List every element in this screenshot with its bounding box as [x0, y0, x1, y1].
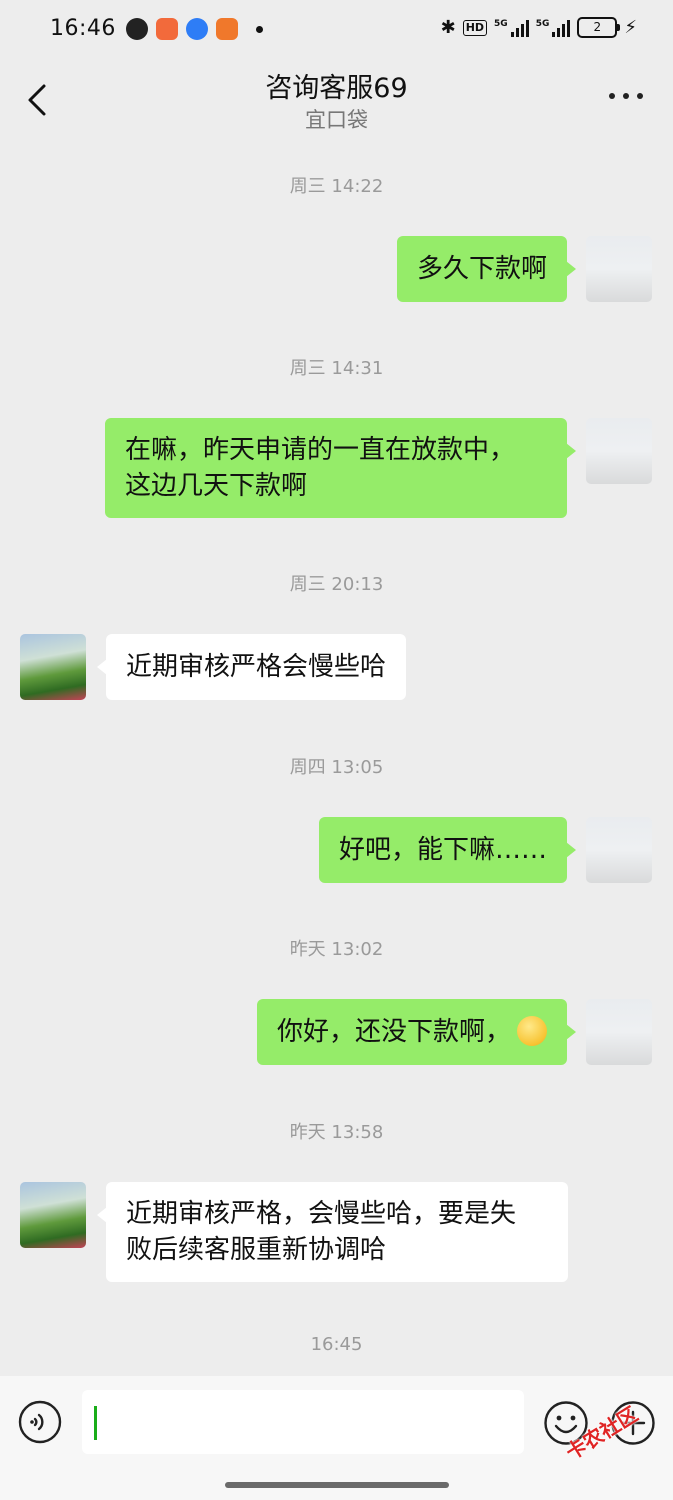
my-message-bubble[interactable]: 多久下款啊	[396, 236, 577, 302]
message-timestamp: 昨天 13:58	[289, 1122, 384, 1143]
my-avatar[interactable]	[586, 999, 652, 1065]
signal-icon-sim1: 5G	[494, 19, 529, 37]
message-timestamp: 周三 14:22	[289, 176, 384, 197]
chat-subtitle: 宜口袋	[305, 108, 368, 132]
charging-icon: ⚡	[624, 17, 637, 38]
message-text: 你好，还没下款啊，	[276, 1017, 511, 1047]
panda-app-icon	[126, 18, 148, 40]
contact-message-bubble[interactable]: 近期审核严格会慢些哈	[96, 634, 407, 700]
more-notifications-dot-icon	[256, 25, 263, 33]
message-timestamp: 昨天 13:02	[289, 939, 384, 960]
notification-icons	[126, 18, 263, 40]
home-indicator[interactable]	[225, 1482, 449, 1488]
contact-avatar[interactable]	[20, 634, 86, 700]
contact-message-bubble[interactable]: 近期审核严格，会慢些哈，要是失 败后续客服重新协调哈	[97, 1182, 568, 1282]
voice-input-icon[interactable]	[18, 1400, 62, 1444]
status-time: 16:46	[50, 16, 116, 41]
smile-emoji-icon	[517, 1015, 547, 1046]
message-timestamp: 周三 20:13	[289, 574, 384, 595]
my-avatar[interactable]	[586, 817, 652, 883]
hd-badge: HD	[462, 19, 488, 36]
my-avatar[interactable]	[586, 236, 652, 302]
my-avatar[interactable]	[586, 418, 652, 484]
message-timestamp: 16:45	[310, 1334, 363, 1355]
message-timestamp: 周三 14:31	[289, 358, 384, 379]
my-message-bubble[interactable]: 你好，还没下款啊，	[256, 999, 577, 1065]
text-cursor	[94, 1406, 97, 1440]
game-app-icon	[216, 18, 238, 40]
chat-header: 咨询客服69 宜口袋	[0, 62, 673, 142]
battery-icon: 2	[577, 17, 621, 38]
status-bar: 16:46 ✱ HD 5G 5G 2 ⚡	[0, 0, 673, 62]
my-message-bubble[interactable]: 在嘛，昨天申请的一直在放款中， 这边几天下款啊	[105, 418, 576, 518]
bluetooth-icon: ✱	[440, 17, 456, 38]
message-input[interactable]	[82, 1390, 524, 1454]
more-options-icon[interactable]	[609, 90, 643, 102]
system-icons: ✱ HD 5G 5G 2 ⚡	[441, 17, 637, 38]
blue-app-icon	[186, 18, 208, 40]
my-message-bubble[interactable]: 好吧，能下嘛……	[318, 817, 577, 883]
contact-avatar[interactable]	[20, 1182, 86, 1248]
chat-title: 咨询客服69	[265, 73, 408, 104]
signal-icon-sim2: 5G	[536, 19, 571, 37]
orange-app-icon	[156, 18, 178, 40]
message-timestamp: 周四 13:05	[289, 757, 384, 778]
